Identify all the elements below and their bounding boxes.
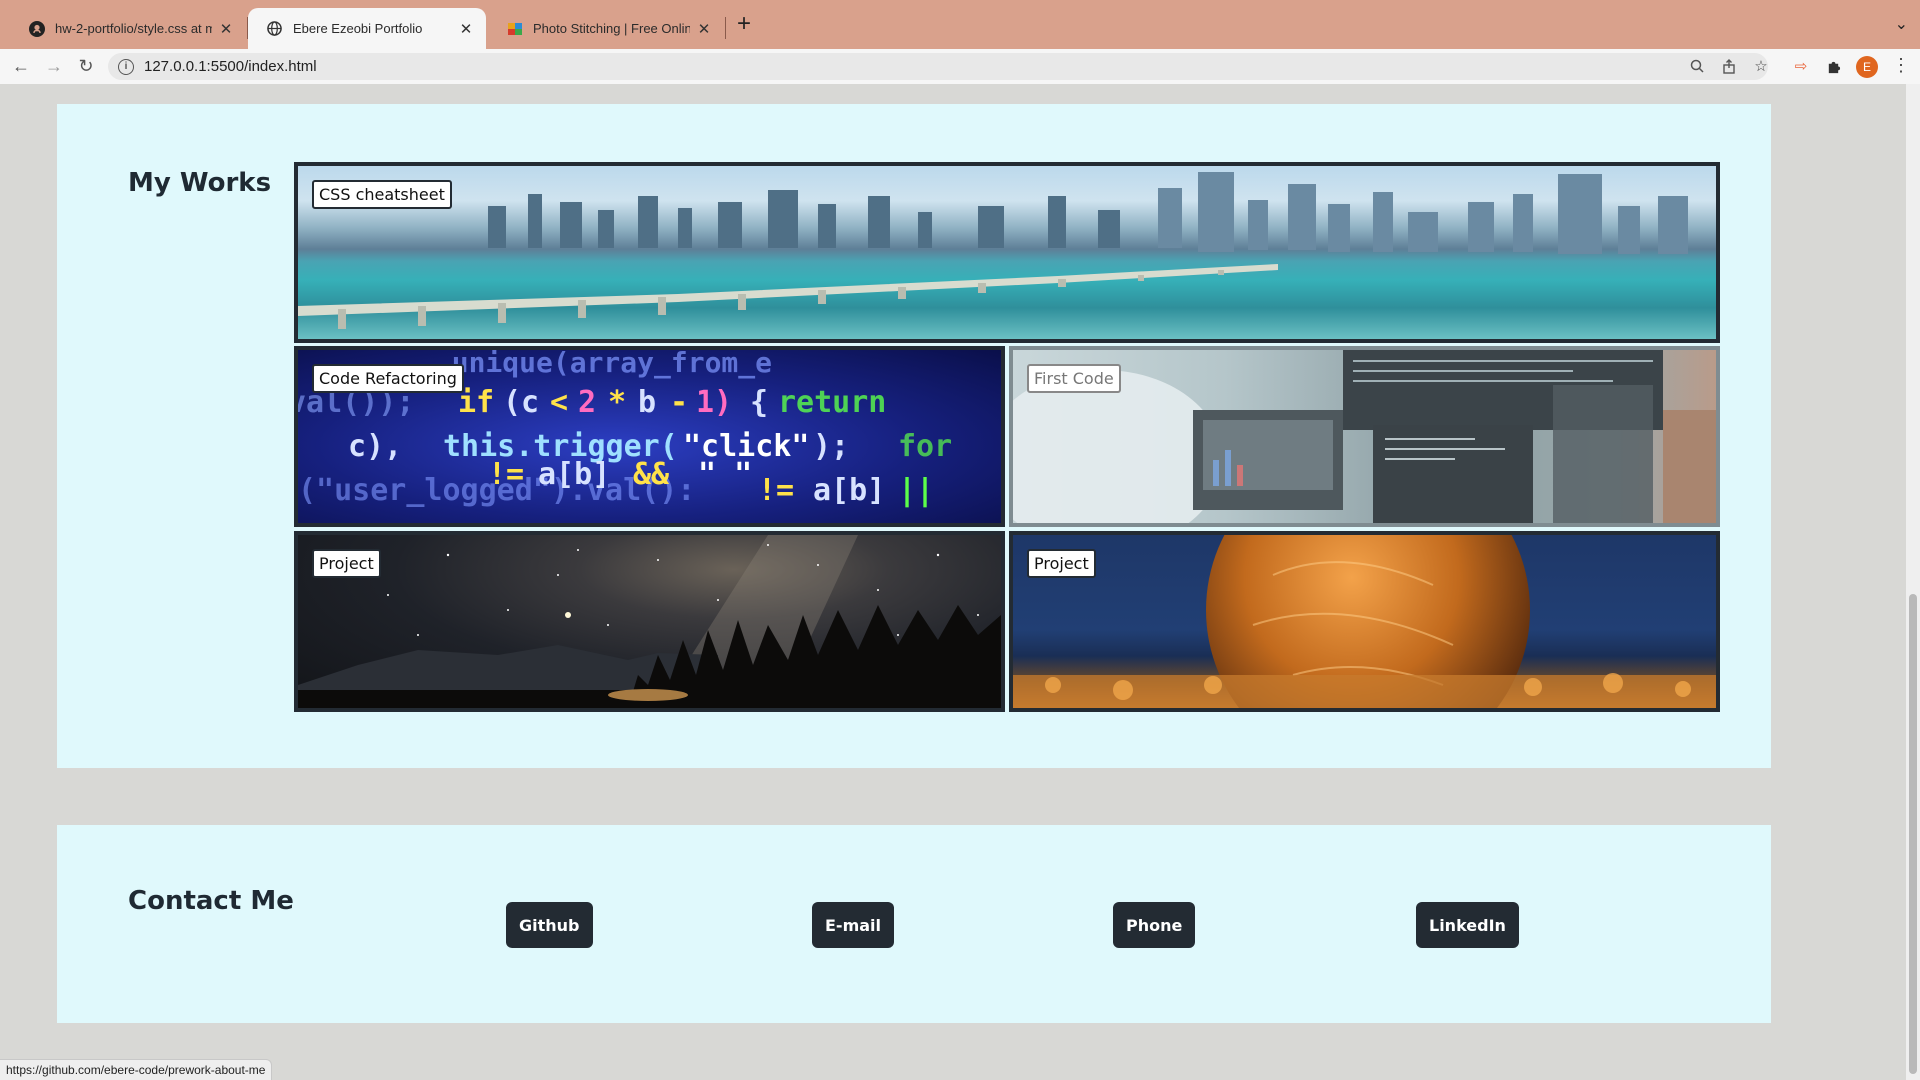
project-label: Code Refactoring (312, 364, 464, 393)
svg-text:a[b]: a[b] (813, 473, 885, 508)
email-button[interactable]: E-mail (812, 902, 895, 948)
close-tab-icon[interactable]: ✕ (218, 20, 234, 38)
svg-text:);: ); (813, 429, 849, 464)
tab-github-style-css[interactable]: hw-2-portfolio/style.css at mai ✕ (10, 8, 246, 49)
svg-text:2: 2 (578, 385, 596, 420)
close-tab-icon[interactable]: ✕ (458, 20, 474, 38)
svg-text:*: * (608, 385, 626, 420)
bubble-graphic (1013, 535, 1716, 708)
globe-icon (266, 20, 283, 37)
svg-text:c),: c), (348, 429, 402, 464)
svg-text:(c: (c (503, 385, 539, 420)
github-button[interactable]: Github (506, 902, 593, 948)
svg-text:a[b]: a[b] (538, 457, 610, 492)
svg-text:-: - (670, 385, 688, 420)
browser-tab-strip: hw-2-portfolio/style.css at mai ✕ Ebere … (0, 0, 1920, 49)
forward-arrow-icon[interactable]: → (42, 54, 66, 78)
tab-separator (725, 17, 726, 39)
svg-text:||: || (898, 473, 934, 508)
project-label: Project (1027, 549, 1096, 578)
tab-title: Photo Stitching | Free Online Ph (533, 21, 690, 36)
svg-text:{: { (750, 385, 768, 420)
contact-section: Contact Me Github E-mail Phone LinkedIn (57, 825, 1771, 1023)
scrollbar-thumb[interactable] (1909, 594, 1917, 1074)
project-card-css-cheatsheet[interactable]: CSS cheatsheet (294, 162, 1720, 343)
contact-title: Contact Me (128, 886, 294, 916)
browser-toolbar: ← → ↻ i 127.0.0.1:5500/index.html ☆ ⇨ E … (0, 49, 1920, 84)
profile-avatar[interactable]: E (1856, 56, 1878, 78)
svg-text:" ": " " (698, 457, 752, 492)
svg-text:._unique(array_from_e: ._unique(array_from_e (418, 350, 772, 379)
extension-arrow-icon[interactable]: ⇨ (1791, 56, 1811, 76)
page-viewport: My Works CSS cheatsheet ._unique(array_f… (0, 84, 1906, 1080)
github-icon (28, 20, 45, 37)
tab-portfolio[interactable]: Ebere Ezeobi Portfolio ✕ (248, 8, 486, 49)
project-card-first-code[interactable]: First Code (1009, 346, 1720, 527)
svg-text:!=: != (758, 473, 794, 508)
tab-photo-stitching[interactable]: Photo Stitching | Free Online Ph ✕ (488, 8, 724, 49)
linkedin-button[interactable]: LinkedIn (1416, 902, 1519, 948)
tab-title: hw-2-portfolio/style.css at mai (55, 21, 212, 36)
close-tab-icon[interactable]: ✕ (696, 20, 712, 38)
page-scrollbar[interactable] (1906, 84, 1920, 1080)
project-card-code-refactoring[interactable]: ._unique(array_from_e val()); if (c < 2 … (294, 346, 1005, 527)
extensions-puzzle-icon[interactable] (1823, 56, 1843, 76)
zoom-icon[interactable] (1687, 56, 1707, 76)
project-label: Project (312, 549, 381, 578)
svg-text:&&: && (633, 457, 670, 492)
photo-stitching-icon (506, 20, 523, 37)
svg-text:for: for (898, 429, 952, 464)
address-bar[interactable]: i 127.0.0.1:5500/index.html (108, 53, 1768, 80)
site-info-icon[interactable]: i (118, 58, 134, 75)
works-section: My Works CSS cheatsheet ._unique(array_f… (57, 104, 1771, 768)
svg-text:1): 1) (696, 385, 732, 420)
tab-title: Ebere Ezeobi Portfolio (293, 21, 423, 36)
back-arrow-icon[interactable]: ← (9, 54, 33, 78)
project-label: First Code (1027, 364, 1121, 393)
phone-button[interactable]: Phone (1113, 902, 1196, 948)
skyline-graphic (298, 172, 1688, 329)
reload-icon[interactable]: ↻ (74, 54, 98, 78)
project-card-night-sky[interactable]: Project (294, 531, 1005, 712)
chevron-down-icon[interactable]: ⌄ (1895, 14, 1908, 34)
svg-text:return: return (778, 385, 886, 420)
new-tab-button[interactable]: + (737, 10, 751, 38)
project-label: CSS cheatsheet (312, 180, 452, 209)
link-status-url: https://github.com/ebere-code/prework-ab… (0, 1059, 273, 1080)
url-text: 127.0.0.1:5500/index.html (144, 58, 317, 75)
works-title: My Works (128, 168, 272, 198)
share-icon[interactable] (1719, 56, 1739, 76)
menu-kebab-icon[interactable]: ⋮ (1892, 55, 1910, 76)
svg-text:<: < (550, 385, 568, 420)
svg-text:b: b (638, 385, 656, 420)
project-card-orange-sphere[interactable]: Project (1009, 531, 1720, 712)
bookmark-star-icon[interactable]: ☆ (1751, 56, 1771, 76)
night-sky-graphic (298, 535, 1001, 708)
svg-text:!=: != (488, 457, 524, 492)
